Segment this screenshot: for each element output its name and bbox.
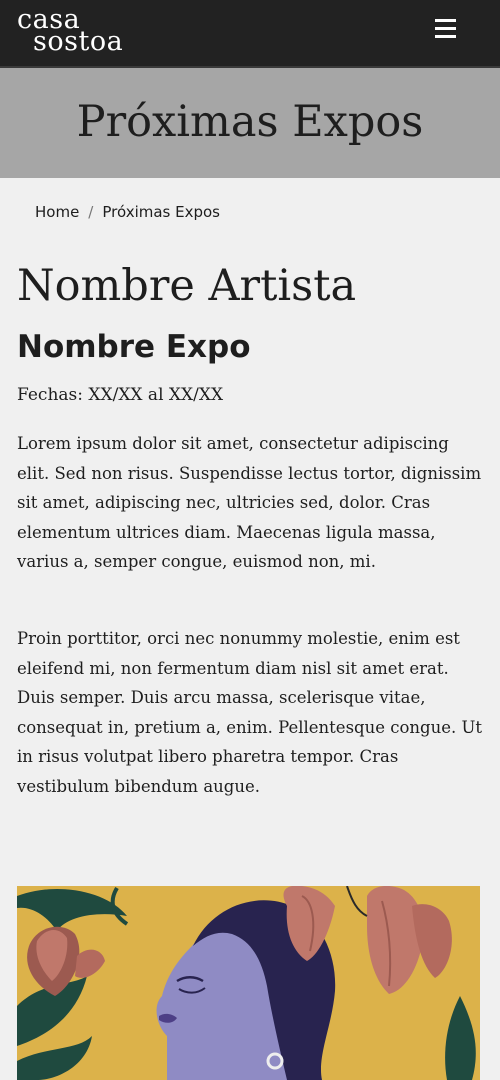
logo-line-2: sostoa bbox=[33, 26, 124, 57]
hamburger-menu-icon[interactable] bbox=[432, 16, 460, 42]
expo-artwork-image bbox=[17, 886, 480, 1080]
breadcrumb-current: Próximas Expos bbox=[102, 203, 220, 221]
menu-bar-middle bbox=[435, 27, 456, 30]
breadcrumb: Home / Próximas Expos bbox=[35, 201, 220, 223]
expo-name-heading: Nombre Expo bbox=[17, 329, 251, 365]
page-title: Próximas Expos bbox=[76, 97, 424, 147]
expo-dates: Fechas: XX/XX al XX/XX bbox=[17, 385, 224, 405]
expo-description-paragraph-2: Proin porttitor, orci nec nonummy molest… bbox=[17, 629, 483, 796]
menu-bar-bottom bbox=[435, 35, 456, 38]
expo-description-paragraph-1: Lorem ipsum dolor sit amet, consectetur … bbox=[17, 434, 482, 571]
menu-bar-top bbox=[435, 19, 456, 22]
site-logo[interactable]: casa sostoa bbox=[17, 6, 147, 58]
breadcrumb-separator: / bbox=[88, 203, 94, 221]
top-navbar: casa sostoa bbox=[0, 0, 500, 68]
breadcrumb-home-link[interactable]: Home bbox=[35, 203, 79, 221]
page-hero-banner: Próximas Expos bbox=[0, 68, 500, 178]
artist-name-heading: Nombre Artista bbox=[17, 261, 357, 311]
